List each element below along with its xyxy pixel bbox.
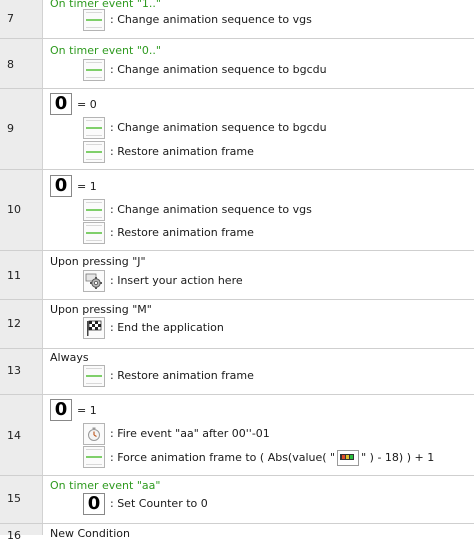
- event-row-15[interactable]: 15 On timer event "aa" 0 : Set Counter t…: [0, 476, 474, 524]
- line-number: 9: [7, 122, 14, 135]
- line-number: 16: [7, 529, 21, 542]
- line-number: 14: [7, 429, 21, 442]
- animation-icon: [83, 9, 105, 31]
- checkered-flag-icon: [83, 317, 105, 339]
- animation-icon: [83, 141, 105, 163]
- event-condition[interactable]: Upon pressing "M": [50, 303, 152, 316]
- line-number: 13: [7, 364, 21, 377]
- event-condition[interactable]: On timer event "1..": [50, 0, 161, 10]
- event-row-14[interactable]: 14 0 = 1 : Fire event "aa" after 00''-01…: [0, 395, 474, 476]
- animation-icon: [83, 365, 105, 387]
- action-text-part: " ) - 18) ) + 1: [361, 451, 435, 464]
- counter-icon: 0: [83, 493, 105, 515]
- action-text: : Change animation sequence to vgs: [110, 203, 312, 216]
- timer-icon: [83, 423, 105, 445]
- animation-icon: [83, 59, 105, 81]
- counter-icon: 0: [50, 93, 72, 115]
- line-number: 15: [7, 492, 21, 505]
- line-number: 12: [7, 317, 21, 330]
- action-text: : Change animation sequence to vgs: [110, 13, 312, 26]
- event-row-10[interactable]: 10 0 = 1 : Change animation sequence to …: [0, 170, 474, 251]
- event-row-13[interactable]: 13 Always : Restore animation frame: [0, 349, 474, 395]
- event-condition[interactable]: On timer event "0..": [50, 44, 161, 57]
- event-condition[interactable]: Upon pressing "J": [50, 255, 146, 268]
- line-number: 7: [7, 12, 14, 25]
- action-text: : Restore animation frame: [110, 369, 254, 382]
- action-text: : Fire event "aa" after 00''-01: [110, 427, 270, 440]
- event-row-11[interactable]: 11 Upon pressing "J" : Insert your actio…: [0, 251, 474, 300]
- counter-object-icon: [337, 450, 360, 466]
- event-row-16[interactable]: 16 New Condition: [0, 524, 474, 554]
- new-condition[interactable]: New Condition: [50, 527, 130, 540]
- event-row-7[interactable]: 7 On timer event "1.." : Change animatio…: [0, 0, 474, 39]
- action-text: : End the application: [110, 321, 224, 334]
- event-row-9[interactable]: 9 0 = 0 : Change animation sequence to b…: [0, 89, 474, 170]
- line-number: 8: [7, 58, 14, 71]
- event-row-12[interactable]: 12 Upon pressing "M" : End the applicati…: [0, 300, 474, 349]
- counter-icon: 0: [50, 399, 72, 421]
- event-condition[interactable]: On timer event "aa": [50, 479, 160, 492]
- action-text-part: : Force animation frame to ( Abs(value( …: [110, 451, 336, 464]
- event-condition[interactable]: = 0: [77, 98, 97, 111]
- action-text: : Force animation frame to ( Abs(value( …: [110, 450, 434, 466]
- event-condition[interactable]: = 1: [77, 180, 97, 193]
- action-text: : Change animation sequence to bgcdu: [110, 121, 327, 134]
- action-text: : Change animation sequence to bgcdu: [110, 63, 327, 76]
- line-number: 11: [7, 269, 21, 282]
- action-text: : Restore animation frame: [110, 145, 254, 158]
- animation-icon: [83, 117, 105, 139]
- event-condition[interactable]: = 1: [77, 404, 97, 417]
- action-text: : Restore animation frame: [110, 226, 254, 239]
- animation-icon: [83, 446, 105, 468]
- event-condition[interactable]: Always: [50, 351, 89, 364]
- event-row-8[interactable]: 8 On timer event "0.." : Change animatio…: [0, 38, 474, 89]
- animation-icon: [83, 199, 105, 221]
- counter-icon: 0: [50, 175, 72, 197]
- animation-icon: [83, 222, 105, 244]
- action-text: : Set Counter to 0: [110, 497, 208, 510]
- line-number: 10: [7, 203, 21, 216]
- action-text: : Insert your action here: [110, 274, 243, 287]
- keyboard-gear-icon: [83, 270, 105, 292]
